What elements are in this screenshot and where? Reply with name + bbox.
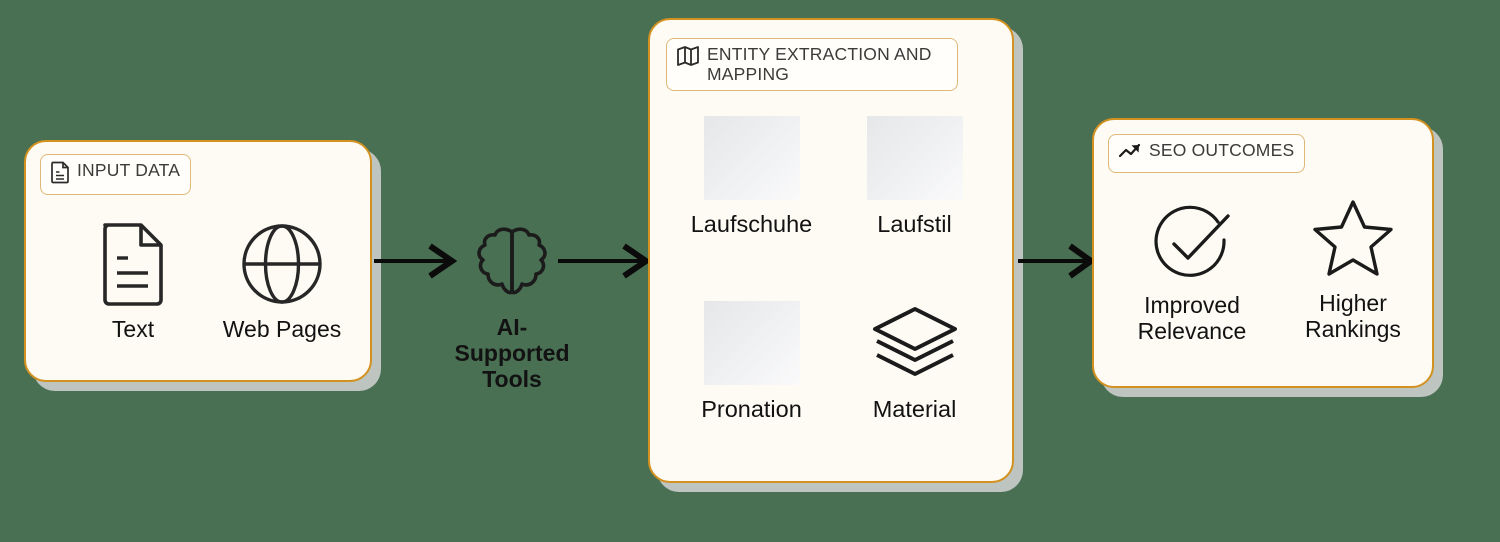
layers-icon [867,301,963,385]
entity-item-pronation-label: Pronation [701,396,802,422]
item-web-pages: Web Pages [206,222,358,342]
circle-check-icon [1150,198,1234,282]
image-placeholder-icon [703,116,800,200]
entity-item-laufschuhe-label: Laufschuhe [690,211,813,237]
entity-item-laufstil-label: Laufstil [877,211,952,237]
globe-icon [240,222,324,306]
entity-item-laufschuhe: Laufschuhe [670,116,833,283]
item-improved-relevance-label: Improved Relevance [1137,292,1247,345]
entity-item-material-label: Material [872,396,957,422]
panel-input-data: INPUT DATA Text Web Pages [24,140,372,382]
arrow-right-icon-entity-to-seo [1018,243,1097,283]
badge-seo-outcomes-label: SEO OUTCOMES [1149,140,1295,160]
item-text: Text [68,222,198,342]
item-text-label: Text [111,316,155,342]
node-ai-supported-tools-label: AI- Supported Tools [454,314,570,392]
document-icon [97,222,169,306]
trending-up-icon [1118,141,1142,166]
entity-grid: Laufschuhe Laufstil Pronation Material [670,116,996,468]
entity-item-material: Material [833,301,996,468]
item-web-pages-label: Web Pages [222,316,342,342]
badge-entity-extraction: ENTITY EXTRACTION AND MAPPING [666,38,958,92]
node-ai-supported-tools: AI- Supported Tools [452,222,572,392]
item-improved-relevance: Improved Relevance [1116,198,1268,344]
arrow-right-icon-ai-to-entity [558,243,652,283]
badge-entity-extraction-label: ENTITY EXTRACTION AND MAPPING [707,44,932,84]
item-higher-rankings: Higher Rankings [1280,198,1426,342]
badge-seo-outcomes: SEO OUTCOMES [1108,134,1306,173]
diagram-canvas: INPUT DATA Text Web Pages AI- Supported … [0,0,1500,542]
badge-input-data-label: INPUT DATA [77,160,181,180]
star-icon [1311,198,1395,280]
item-higher-rankings-label: Higher Rankings [1305,290,1401,343]
brain-icon [470,222,554,306]
badge-input-data: INPUT DATA [40,154,192,195]
entity-item-laufstil: Laufstil [833,116,996,283]
entity-item-pronation: Pronation [670,301,833,468]
panel-entity-extraction: ENTITY EXTRACTION AND MAPPING Laufschuhe… [648,18,1014,483]
panel-seo-outcomes: SEO OUTCOMES Improved Relevance Higher R… [1092,118,1434,388]
document-text-icon [50,161,70,188]
map-icon [676,45,700,72]
image-placeholder-icon [866,116,963,200]
arrow-right-icon-input-to-ai [374,243,458,283]
image-placeholder-icon [703,301,800,385]
